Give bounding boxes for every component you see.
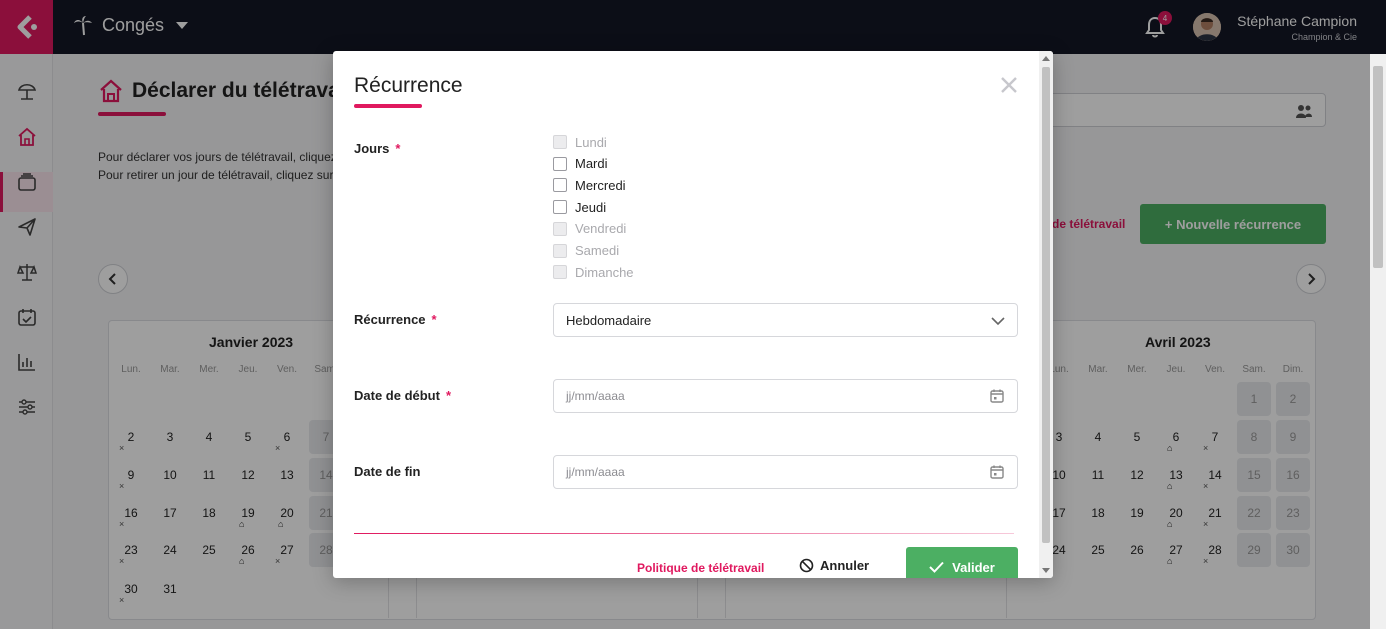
start-date-input[interactable]: jj/mm/aaaa (553, 379, 1018, 413)
day-checkbox (553, 135, 567, 149)
calendar-icon[interactable] (989, 464, 1005, 480)
close-icon[interactable] (999, 75, 1019, 95)
validate-button-label: Valider (952, 559, 995, 575)
cancel-button-label: Annuler (820, 558, 870, 573)
recurrence-label-text: Récurrence (354, 312, 426, 327)
required-mark: * (431, 312, 437, 327)
validate-button[interactable]: Valider (906, 547, 1018, 578)
ban-icon (799, 558, 814, 573)
days-label: Jours * (354, 141, 400, 156)
modal-title-underline (354, 104, 422, 108)
day-checkbox[interactable] (553, 178, 567, 193)
day-checkbox-label: Mardi (575, 156, 608, 172)
recurrence-select-value: Hebdomadaire (566, 313, 652, 328)
day-checkbox-row: Samedi (553, 242, 619, 260)
day-checkbox-row: Dimanche (553, 263, 634, 281)
day-checkbox-label: Lundi (575, 134, 607, 150)
required-mark: * (445, 388, 452, 403)
recurrence-modal: Récurrence Jours * Lundi Mardi Mercredi Jeud… (333, 51, 1053, 578)
end-date-placeholder: jj/mm/aaaa (566, 465, 625, 479)
end-date-label-text: Date de fin (354, 464, 421, 479)
day-checkbox-row[interactable]: Jeudi (553, 198, 606, 216)
day-checkbox (553, 221, 567, 236)
day-checkbox-row[interactable]: Mercredi (553, 176, 626, 194)
start-date-label-text: Date de début (354, 388, 440, 403)
telework-policy-link[interactable]: Politique de télétravail (637, 561, 764, 575)
day-checkbox[interactable] (553, 200, 567, 215)
modal-scrollbar-thumb[interactable] (1042, 67, 1050, 543)
start-date-label: Date de début * (354, 388, 451, 403)
calendar-icon[interactable] (989, 388, 1005, 404)
day-checkbox-label: Vendredi (575, 221, 627, 237)
recurrence-label: Récurrence * (354, 312, 437, 327)
day-checkbox-label: Jeudi (575, 199, 607, 215)
recurrence-select[interactable]: Hebdomadaire (553, 303, 1018, 337)
day-checkbox-row: Lundi (553, 133, 607, 151)
day-checkbox-row: Vendredi (553, 220, 626, 238)
day-checkbox-label: Mercredi (575, 177, 626, 193)
day-checkbox-label: Dimanche (575, 264, 634, 280)
modal-title: Récurrence (354, 74, 463, 97)
required-mark: * (395, 141, 401, 156)
start-date-placeholder: jj/mm/aaaa (566, 389, 625, 403)
day-checkbox-row[interactable]: Mardi (553, 155, 608, 173)
end-date-label: Date de fin (354, 464, 420, 479)
scroll-up-arrow-icon[interactable] (1042, 56, 1050, 61)
check-icon (929, 561, 944, 573)
scroll-down-arrow-icon[interactable] (1042, 568, 1050, 573)
days-label-text: Jours (354, 141, 390, 156)
day-checkbox[interactable] (553, 156, 567, 171)
end-date-input[interactable]: jj/mm/aaaa (553, 455, 1018, 489)
cancel-button[interactable]: Annuler (799, 558, 869, 573)
page-scrollbar-thumb[interactable] (1373, 66, 1383, 268)
day-checkbox (553, 265, 567, 280)
day-checkbox (553, 243, 567, 258)
chevron-down-icon (991, 317, 1005, 326)
modal-divider (354, 533, 1014, 534)
day-checkbox-label: Samedi (575, 243, 620, 258)
